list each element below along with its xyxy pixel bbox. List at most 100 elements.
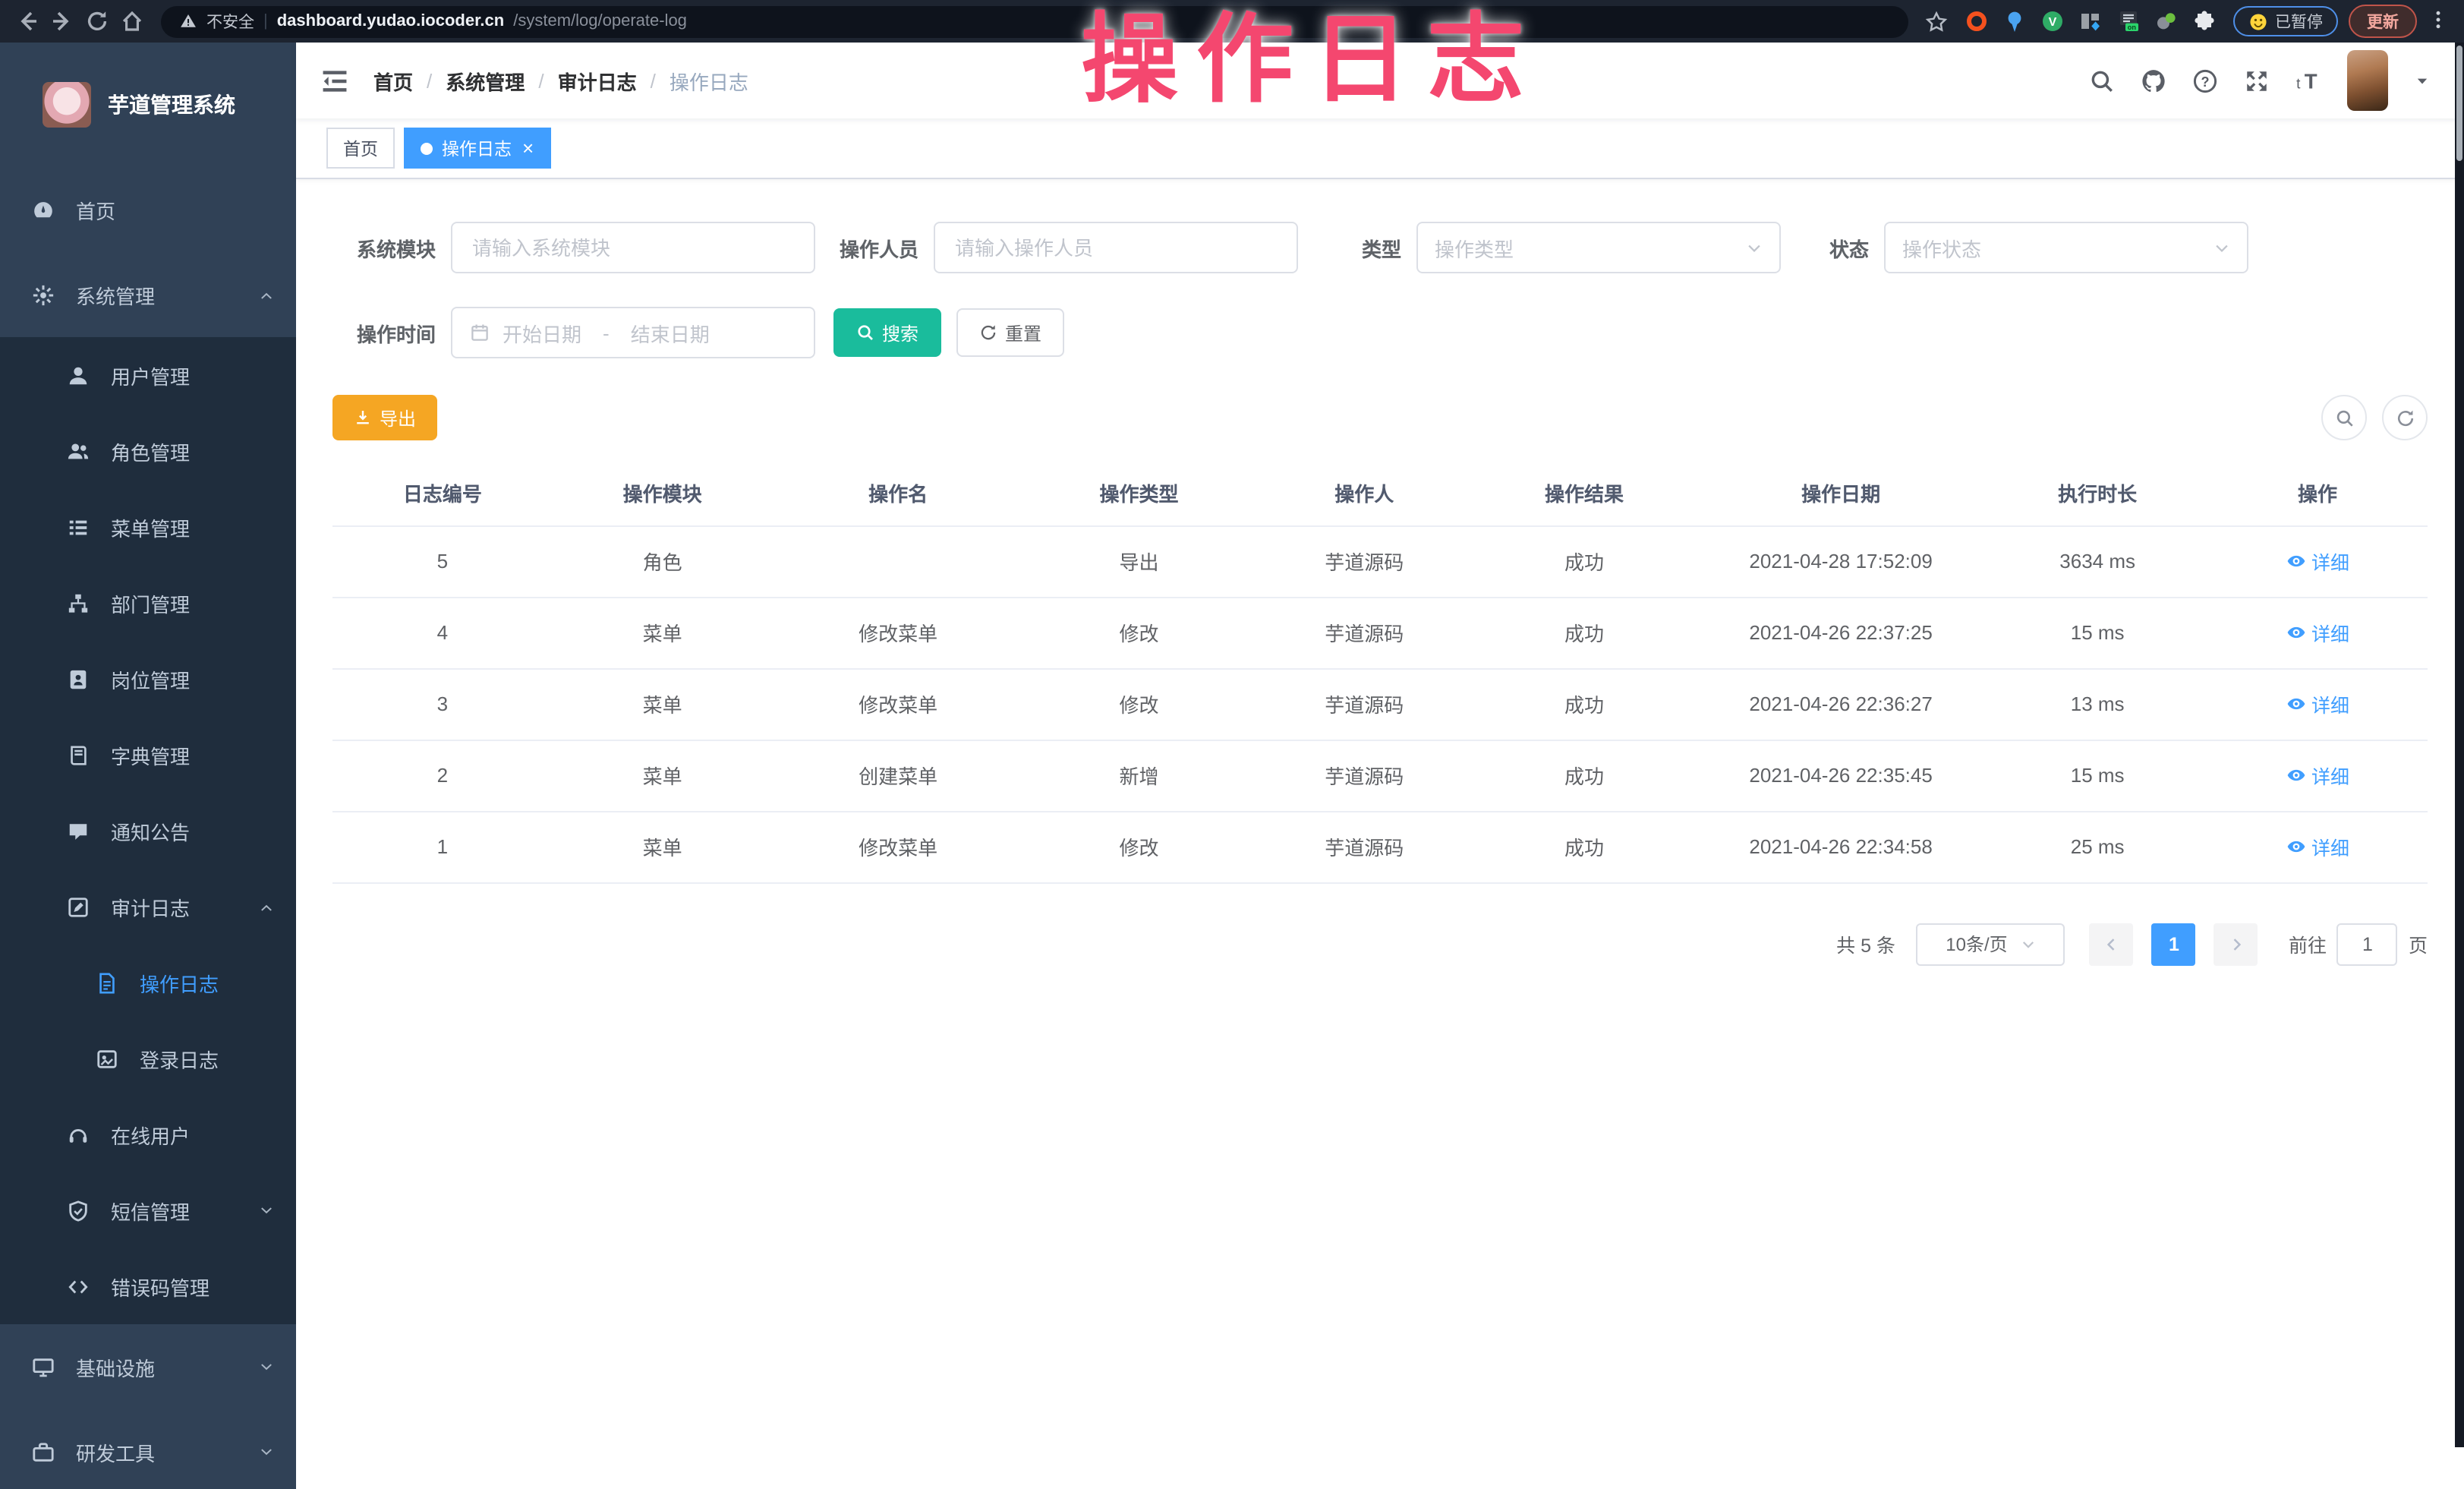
sidebar-item-dict-management[interactable]: 字典管理 (0, 717, 296, 793)
orange-ring-extension-icon[interactable] (1964, 9, 1988, 33)
address-bar[interactable]: 不安全 | dashboard.yudao.iocoder.cn /system… (161, 5, 1908, 37)
security-label: 不安全 (206, 10, 254, 33)
badge-icon (67, 667, 90, 690)
code-icon (67, 1275, 90, 1298)
table-toolbar: 导出 (332, 395, 2428, 440)
calendar-icon (469, 322, 490, 343)
detail-link[interactable]: 详细 (2286, 547, 2349, 576)
caret-down-icon[interactable] (2414, 72, 2431, 89)
paused-extension-badge[interactable]: 已暂停 (2232, 6, 2338, 36)
scrollbar-thumb[interactable] (2456, 46, 2462, 161)
sidebar-item-sms-management[interactable]: 短信管理 (0, 1172, 296, 1248)
start-date-placeholder: 开始日期 (503, 318, 581, 347)
close-icon[interactable]: × (522, 138, 534, 158)
sidebar-item-menu-management[interactable]: 菜单管理 (0, 489, 296, 565)
tags-view: 首页 操作日志 × (296, 118, 2464, 179)
sidebar-item-infrastructure[interactable]: 基础设施 (0, 1324, 296, 1409)
tab-operate-log[interactable]: 操作日志 × (404, 128, 550, 169)
status-select[interactable]: 操作状态 (1884, 222, 2248, 273)
grid-extension-icon[interactable] (2078, 9, 2102, 33)
sidebar-item-notice[interactable]: 通知公告 (0, 793, 296, 869)
operator-input[interactable] (934, 222, 1298, 273)
sidebar-item-online-users[interactable]: 在线用户 (0, 1096, 296, 1172)
detail-link[interactable]: 详细 (2286, 689, 2349, 718)
tab-home[interactable]: 首页 (326, 128, 395, 169)
switch-on-extension-icon[interactable]: on (2116, 9, 2140, 33)
github-icon[interactable] (2141, 68, 2166, 93)
help-icon[interactable]: ? (2192, 68, 2218, 93)
search-icon[interactable] (2089, 68, 2115, 93)
sidebar-item-system-management[interactable]: 系统管理 (0, 252, 296, 337)
next-page-button[interactable] (2214, 923, 2258, 965)
eye-icon (2286, 623, 2305, 642)
pagination: 共 5 条 10条/页 1 前往 页 (332, 923, 2428, 965)
sidebar-item-user-management[interactable]: 用户管理 (0, 337, 296, 413)
navbar-actions: ? tT (2089, 50, 2431, 111)
eye-icon (2286, 694, 2305, 714)
org-tree-icon (67, 591, 90, 614)
type-select[interactable]: 操作类型 (1416, 222, 1781, 273)
user-avatar[interactable] (2347, 50, 2388, 111)
status-label: 状态 (1826, 233, 1869, 262)
breadcrumb-audit-log[interactable]: 审计日志 (558, 66, 637, 95)
date-range-picker[interactable]: 开始日期 - 结束日期 (451, 307, 815, 358)
reload-icon[interactable] (85, 9, 109, 33)
browser-menu-icon[interactable] (2428, 9, 2449, 33)
forward-icon[interactable] (50, 9, 74, 33)
search-button[interactable]: 搜索 (833, 308, 941, 357)
detail-link[interactable]: 详细 (2286, 618, 2349, 647)
sidebar-item-login-log[interactable]: 登录日志 (0, 1021, 296, 1096)
green-v-extension-icon[interactable]: V (2040, 9, 2064, 33)
page-number-1[interactable]: 1 (2152, 923, 2196, 965)
sidebar-item-dept-management[interactable]: 部门管理 (0, 565, 296, 641)
svg-text:on: on (2127, 24, 2136, 31)
puzzle-extensions-icon[interactable] (2191, 9, 2216, 33)
page-size-select[interactable]: 10条/页 (1917, 923, 2065, 965)
user-icon (67, 364, 90, 386)
sidebar-logo[interactable]: 芋道管理系统 (0, 43, 296, 167)
sidebar-item-error-code-management[interactable]: 错误码管理 (0, 1248, 296, 1324)
green-dot-extension-icon[interactable] (2154, 9, 2178, 33)
url-separator: | (263, 12, 268, 30)
emoji-face-icon (2248, 11, 2267, 31)
sidebar-item-post-management[interactable]: 岗位管理 (0, 641, 296, 717)
goto-page-input[interactable] (2337, 923, 2398, 965)
page-scrollbar[interactable] (2455, 43, 2464, 1446)
sidebar-item-role-management[interactable]: 角色管理 (0, 413, 296, 489)
show-search-circle-button[interactable] (2321, 395, 2367, 440)
shield-icon (67, 1199, 90, 1222)
module-input[interactable] (451, 222, 815, 273)
export-button[interactable]: 导出 (332, 395, 437, 440)
message-icon (67, 819, 90, 842)
svg-text:t: t (2296, 76, 2301, 92)
sidebar-menu: 首页系统管理用户管理角色管理菜单管理部门管理岗位管理字典管理通知公告审计日志操作… (0, 167, 296, 1489)
font-size-icon[interactable]: tT (2295, 68, 2321, 93)
home-icon[interactable] (120, 9, 144, 33)
reset-button[interactable]: 重置 (956, 308, 1064, 357)
sidebar-item-dev-tools[interactable]: 研发工具 (0, 1409, 296, 1489)
sidebar-item-home[interactable]: 首页 (0, 167, 296, 252)
main-area: 首页 / 系统管理 / 审计日志 / 操作日志 ? (296, 43, 2464, 1489)
annotation-overlay: 操作日志 (1081, 0, 1542, 121)
chevron-down-icon (258, 1358, 275, 1375)
blue-pin-extension-icon[interactable] (2002, 9, 2026, 33)
refresh-circle-button[interactable] (2382, 395, 2428, 440)
back-icon[interactable] (15, 9, 39, 33)
eye-icon (2286, 837, 2305, 856)
headset-icon (67, 1123, 90, 1146)
sidebar-item-audit-log[interactable]: 审计日志 (0, 869, 296, 945)
module-label: 系统模块 (332, 233, 436, 262)
prev-page-button[interactable] (2090, 923, 2134, 965)
breadcrumb-system[interactable]: 系统管理 (446, 66, 525, 95)
url-path: /system/log/operate-log (513, 12, 687, 30)
breadcrumb-home[interactable]: 首页 (373, 66, 413, 95)
update-button[interactable]: 更新 (2349, 5, 2417, 38)
page-content: 系统模块 操作人员 类型 操作类型 状态 (296, 179, 2464, 1489)
sidebar-item-operate-log[interactable]: 操作日志 (0, 945, 296, 1021)
dashboard-icon (32, 198, 55, 221)
fullscreen-icon[interactable] (2244, 68, 2270, 93)
bookmark-star-icon[interactable] (1924, 10, 1947, 33)
detail-link[interactable]: 详细 (2286, 832, 2349, 861)
hamburger-icon[interactable] (320, 66, 349, 95)
detail-link[interactable]: 详细 (2286, 761, 2349, 790)
